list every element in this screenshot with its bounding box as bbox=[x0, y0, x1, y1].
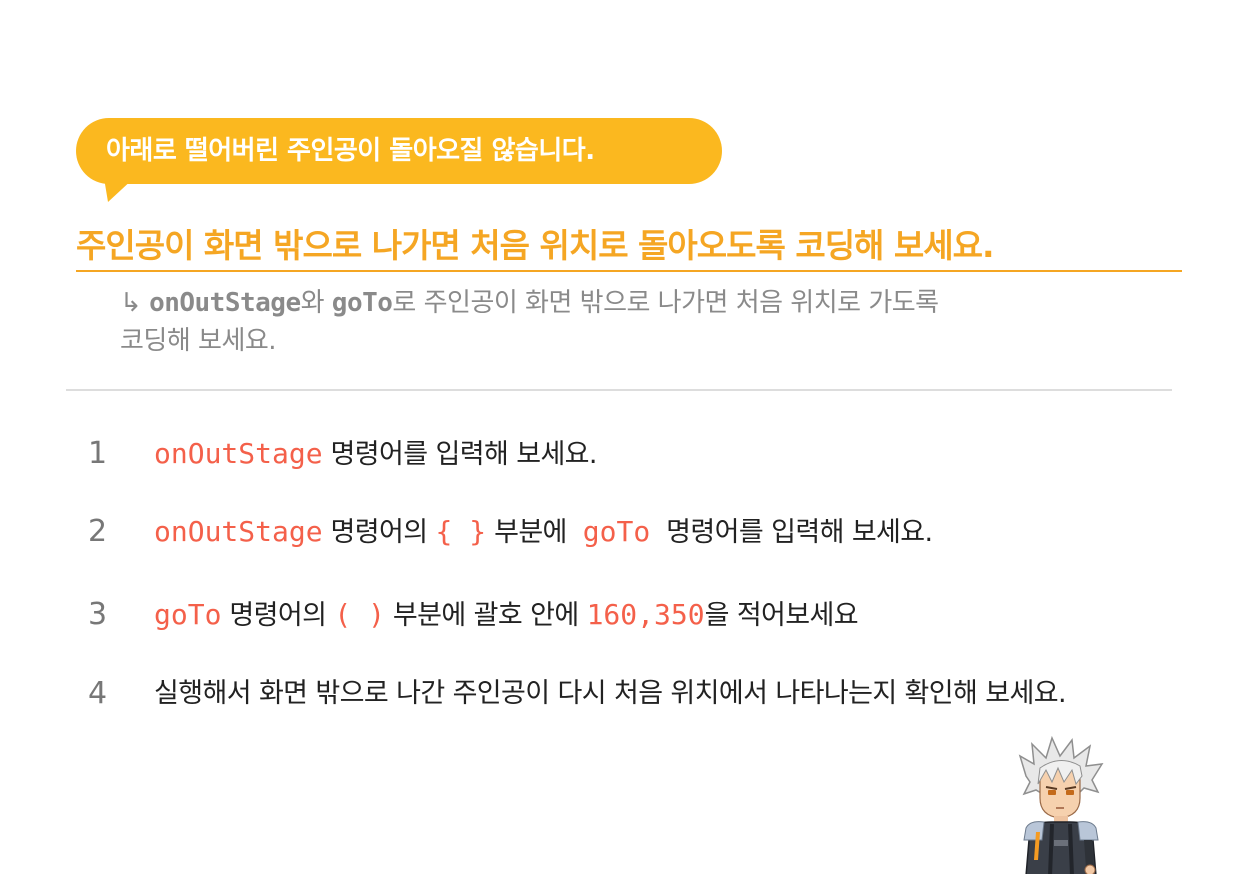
mission-heading: 주인공이 화면 밖으로 나가면 처음 위치로 돌아오도록 코딩해 보세요. bbox=[76, 222, 1182, 272]
step-instruction-part-c: 을 적어보세요 bbox=[704, 600, 859, 631]
hint-text-part-1: 와 bbox=[300, 288, 332, 318]
hint-code-onoutstage: onOutStage bbox=[149, 288, 301, 318]
step-instruction-part-a: 명령어의 bbox=[221, 600, 335, 631]
step-instruction-part-a: 명령어의 bbox=[322, 517, 436, 548]
mission-heading-text: 주인공이 화면 밖으로 나가면 처음 위치로 돌아오도록 코딩해 보세요. bbox=[76, 226, 995, 265]
step-text: 실행해서 화면 밖으로 나간 주인공이 다시 처음 위치에서 나타나는지 확인해… bbox=[154, 678, 1067, 709]
step-number: 4 bbox=[88, 676, 108, 711]
section-divider bbox=[66, 389, 1172, 391]
mission-hint-line-1: ↳ onOutStage와 goTo로 주인공이 화면 밖으로 나가면 처음 위… bbox=[120, 284, 1120, 322]
step-instruction: 명령어를 입력해 보세요. bbox=[322, 439, 598, 470]
step-text: goTo 명령어의 ( ) 부분에 괄호 안에 160,350을 적어보세요 bbox=[154, 593, 859, 638]
step-text: onOutStage 명령어의 { } 부분에 goTo 명령어를 입력해 보세… bbox=[154, 510, 933, 555]
speech-bubble: 아래로 떨어버린 주인공이 돌아오질 않습니다. bbox=[76, 118, 722, 184]
step-instruction-part-b: 부분에 괄호 안에 bbox=[384, 600, 587, 631]
mission-hint-line-2: 코딩해 보세요. bbox=[120, 326, 277, 356]
speech-bubble-tail bbox=[104, 178, 134, 202]
character-hero-icon bbox=[1016, 735, 1106, 874]
speech-bubble-text: 아래로 떨어버린 주인공이 돌아오질 않습니다. bbox=[106, 136, 595, 166]
step-code-goto: goTo bbox=[582, 515, 651, 548]
step-code-braces: { } bbox=[435, 515, 487, 548]
step-number: 3 bbox=[88, 597, 108, 632]
mission-hint: ↳ onOutStage와 goTo로 주인공이 화면 밖으로 나가면 처음 위… bbox=[120, 284, 1120, 360]
tutorial-page: 아래로 떨어버린 주인공이 돌아오질 않습니다. 주인공이 화면 밖으로 나가면… bbox=[0, 0, 1236, 874]
hint-code-goto: goTo bbox=[331, 288, 393, 318]
hint-text-part-2: 로 주인공이 화면 밖으로 나가면 처음 위치로 가도록 bbox=[392, 288, 939, 318]
step-instruction-part-b: 부분에 bbox=[486, 517, 583, 548]
hint-arrow-icon: ↳ bbox=[120, 288, 142, 318]
step-number: 2 bbox=[88, 514, 108, 549]
step-code-coordinates: 160,350 bbox=[586, 598, 705, 631]
step-code-parens: ( ) bbox=[334, 598, 385, 631]
step-number: 1 bbox=[88, 436, 108, 471]
step-code-onoutstage: onOutStage bbox=[154, 437, 323, 470]
step-code-onoutstage: onOutStage bbox=[154, 515, 323, 548]
step-text: onOutStage 명령어를 입력해 보세요. bbox=[154, 432, 598, 477]
step-code-goto: goTo bbox=[154, 598, 222, 631]
step-instruction-part-c: 명령어를 입력해 보세요. bbox=[650, 517, 933, 548]
